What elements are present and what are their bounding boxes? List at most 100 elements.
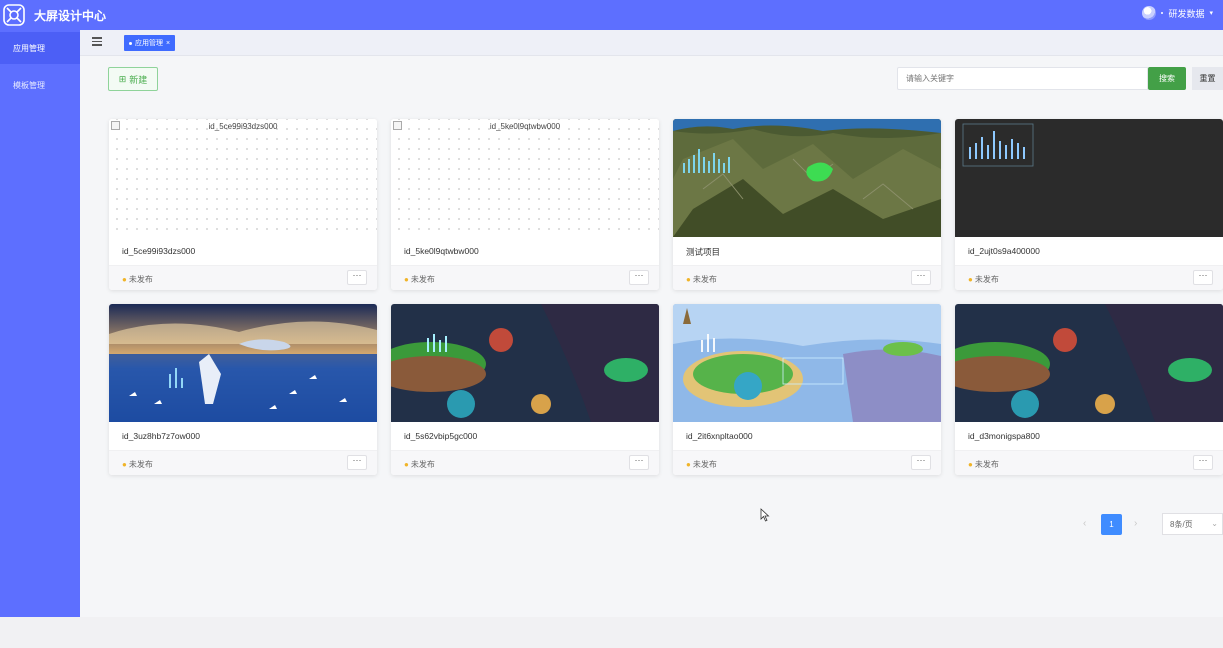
- tab-bar: 应用管理 ×: [80, 30, 1223, 56]
- tab-label: 应用管理: [135, 40, 163, 47]
- project-card[interactable]: id_2it6xnpltao000 ● 未发布 ···: [673, 304, 941, 475]
- status-badge: ● 未发布: [122, 274, 153, 285]
- page-size-select[interactable]: 8条/页 ⌄: [1162, 513, 1223, 535]
- status-dot-icon: ●: [404, 460, 409, 469]
- status-text: 未发布: [410, 460, 435, 469]
- card-title: id_5ke0l9qtwbw000: [404, 246, 479, 256]
- project-card[interactable]: id_2ujt0s9a400000 ● 未发布 ···: [955, 119, 1223, 290]
- card-thumbnail[interactable]: [109, 304, 377, 422]
- more-options-button[interactable]: ···: [347, 455, 367, 470]
- search-input[interactable]: [897, 67, 1148, 90]
- card-thumbnail[interactable]: [391, 304, 659, 422]
- status-text: 未发布: [128, 275, 153, 284]
- status-text: 未发布: [128, 460, 153, 469]
- status-dot-icon: ●: [404, 275, 409, 284]
- more-options-button[interactable]: ···: [1193, 455, 1213, 470]
- more-options-button[interactable]: ···: [347, 270, 367, 285]
- chevron-down-icon: ⌄: [1211, 519, 1218, 528]
- status-dot-icon: ●: [122, 460, 127, 469]
- project-card[interactable]: id_d3monigspa800 ● 未发布 ···: [955, 304, 1223, 475]
- prev-page-icon[interactable]: ‹: [1083, 518, 1086, 529]
- card-title: id_5s62vbip5gc000: [404, 431, 478, 441]
- status-badge: ● 未发布: [122, 459, 153, 470]
- sidebar-item-label: 模板管理: [13, 80, 45, 90]
- more-options-button[interactable]: ···: [629, 270, 649, 285]
- status-badge: ● 未发布: [968, 459, 999, 470]
- card-footer: ● 未发布 ···: [109, 265, 377, 290]
- project-card[interactable]: id_5ce99i93dzs000 id_5ce99i93dzs000 ● 未发布…: [109, 119, 377, 290]
- sidebar-item-template-management[interactable]: 模板管理: [0, 69, 80, 101]
- card-thumbnail[interactable]: [955, 119, 1223, 237]
- ocean-scene-image: [109, 304, 377, 422]
- card-thumbnail[interactable]: id_5ce99i93dzs000: [109, 119, 377, 237]
- fantasy-cave-image: [955, 304, 1223, 422]
- close-icon[interactable]: ×: [166, 40, 170, 47]
- card-thumbnail[interactable]: id_5ke0l9qtwbw000: [391, 119, 659, 237]
- more-options-button[interactable]: ···: [1193, 270, 1213, 285]
- card-title: id_5ce99i93dzs000: [122, 246, 196, 256]
- status-text: 未发布: [974, 275, 999, 284]
- status-text: 未发布: [410, 275, 435, 284]
- page-number-button[interactable]: 1: [1101, 514, 1122, 535]
- active-dot-icon: [129, 41, 132, 45]
- reset-button[interactable]: 重置: [1192, 67, 1223, 90]
- status-text: 未发布: [974, 460, 999, 469]
- separator-dot: [1161, 12, 1164, 14]
- card-thumbnail[interactable]: [955, 304, 1223, 422]
- card-title: id_2ujt0s9a400000: [968, 246, 1040, 256]
- floating-islands-image: [673, 304, 941, 422]
- card-title: id_3uz8hb7z7ow000: [122, 431, 200, 441]
- top-header: 大屏设计中心 研发数据 ▾: [0, 0, 1223, 30]
- card-thumbnail[interactable]: [673, 304, 941, 422]
- card-thumbnail[interactable]: [673, 119, 941, 237]
- user-name[interactable]: 研发数据: [1168, 7, 1204, 20]
- mountain-map-image: [673, 119, 941, 237]
- card-footer: ● 未发布 ···: [109, 450, 377, 475]
- dark-dashboard-image: [955, 119, 1223, 237]
- status-dot-icon: ●: [686, 460, 691, 469]
- more-options-button[interactable]: ···: [629, 455, 649, 470]
- status-dot-icon: ●: [968, 460, 973, 469]
- user-avatar[interactable]: [1142, 6, 1157, 20]
- status-dot-icon: ●: [122, 275, 127, 284]
- menu-fold-icon[interactable]: [92, 37, 102, 47]
- next-page-icon[interactable]: ›: [1134, 518, 1137, 529]
- add-file-icon: ⊞: [118, 73, 127, 84]
- more-options-button[interactable]: ···: [911, 455, 931, 470]
- status-badge: ● 未发布: [686, 459, 717, 470]
- sidebar: 应用管理 模板管理: [0, 30, 80, 617]
- more-options-button[interactable]: ···: [911, 270, 931, 285]
- fantasy-cave-image: [391, 304, 659, 422]
- card-footer: ● 未发布 ···: [955, 450, 1223, 475]
- project-card[interactable]: id_5ke0l9qtwbw000 id_5ke0l9qtwbw000 ● 未发布…: [391, 119, 659, 290]
- tab-app-management[interactable]: 应用管理 ×: [124, 35, 176, 51]
- bottom-strip: [0, 617, 1223, 648]
- project-card[interactable]: id_5s62vbip5gc000 ● 未发布 ···: [391, 304, 659, 475]
- card-title: 测试项目: [686, 247, 721, 257]
- status-badge: ● 未发布: [404, 459, 435, 470]
- card-title: id_d3monigspa800: [968, 431, 1040, 441]
- card-footer: ● 未发布 ···: [955, 265, 1223, 290]
- sidebar-item-label: 应用管理: [13, 43, 45, 53]
- sidebar-item-app-management[interactable]: 应用管理: [0, 32, 80, 64]
- mouse-cursor-icon: [760, 508, 770, 522]
- status-badge: ● 未发布: [968, 274, 999, 285]
- chevron-down-icon[interactable]: ▾: [1209, 9, 1213, 17]
- status-dot-icon: ●: [686, 275, 691, 284]
- status-text: 未发布: [692, 460, 717, 469]
- card-footer: ● 未发布 ···: [391, 265, 659, 290]
- status-dot-icon: ●: [968, 275, 973, 284]
- new-button-label: 新建: [129, 74, 148, 85]
- project-card[interactable]: 测试项目 ● 未发布 ···: [673, 119, 941, 290]
- search-button[interactable]: 搜索: [1148, 67, 1186, 90]
- new-button[interactable]: ⊞ 新建: [108, 67, 158, 91]
- card-footer: ● 未发布 ···: [673, 450, 941, 475]
- card-footer: ● 未发布 ···: [391, 450, 659, 475]
- app-logo-icon: [3, 4, 25, 26]
- status-badge: ● 未发布: [404, 274, 435, 285]
- user-menu[interactable]: 研发数据 ▾: [1142, 6, 1213, 20]
- page-size-label: 8条/页: [1170, 519, 1193, 529]
- thumbnail-alt-text: id_5ke0l9qtwbw000: [489, 122, 561, 131]
- status-text: 未发布: [692, 275, 717, 284]
- project-card[interactable]: id_3uz8hb7z7ow000 ● 未发布 ···: [109, 304, 377, 475]
